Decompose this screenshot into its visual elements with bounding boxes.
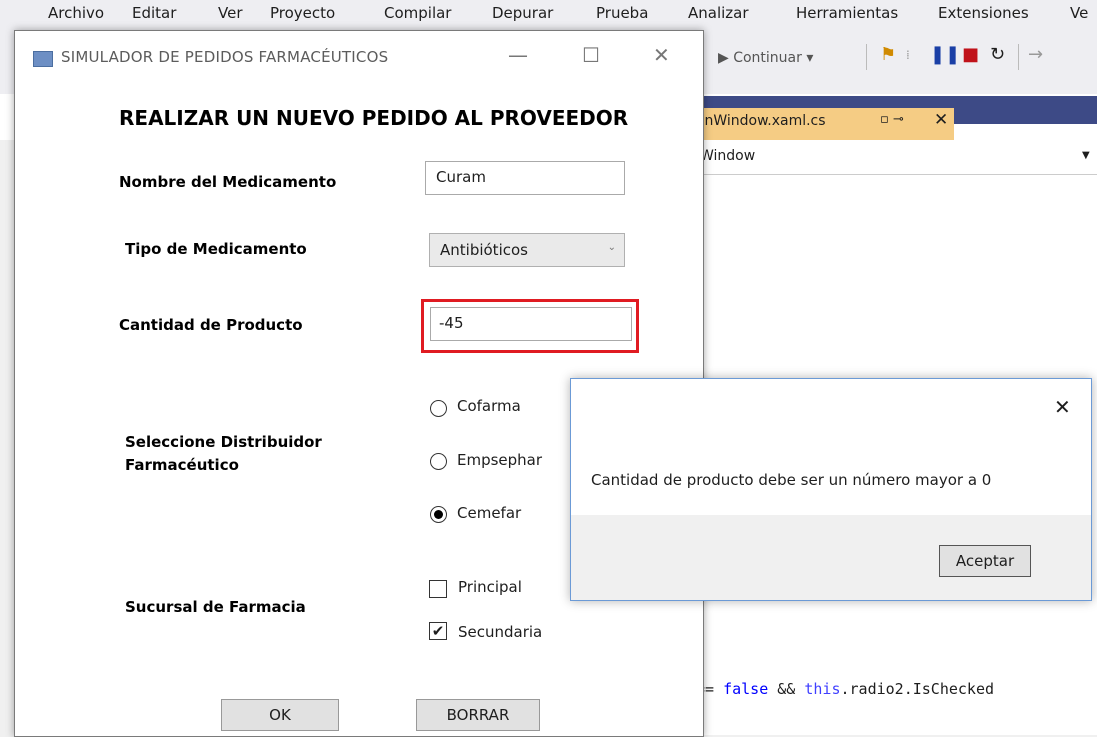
thread-icon[interactable]: ⁞ <box>906 48 910 62</box>
dialog-message: Cantidad de producto debe ser un número … <box>591 471 992 489</box>
radio-cofarma[interactable] <box>430 400 447 417</box>
checkbox-principal[interactable] <box>429 580 447 598</box>
app-icon <box>33 51 53 67</box>
restart-icon[interactable]: ↻ <box>990 44 1005 65</box>
menu-herramientas[interactable]: Herramientas <box>796 4 898 22</box>
nombre-label: Nombre del Medicamento <box>119 173 337 191</box>
step-icon[interactable]: → <box>1028 44 1043 65</box>
tipo-select[interactable]: Antibióticos ⌄ <box>429 233 625 267</box>
distribuidor-label-line2: Farmacéutico <box>125 456 239 474</box>
tipo-label: Tipo de Medicamento <box>125 240 307 258</box>
chevron-down-icon: ⌄ <box>607 242 616 253</box>
sucursal-label: Sucursal de Farmacia <box>125 598 306 616</box>
maximize-icon[interactable]: ☐ <box>582 43 600 67</box>
code-text: .radio2.IsChecked <box>840 680 995 698</box>
menu-analizar[interactable]: Analizar <box>688 4 749 22</box>
window-title: SIMULADOR DE PEDIDOS FARMACÉUTICOS <box>61 48 389 66</box>
borrar-button[interactable]: BORRAR <box>416 699 540 731</box>
checkbox-label-principal[interactable]: Principal <box>458 578 522 596</box>
error-dialog: ✕ Cantidad de producto debe ser un númer… <box>570 378 1092 601</box>
tipo-select-value: Antibióticos <box>440 241 528 259</box>
menu-ver[interactable]: Ver <box>218 4 243 22</box>
menu-ventana[interactable]: Ve <box>1070 4 1088 22</box>
window-titlebar[interactable]: SIMULADOR DE PEDIDOS FARMACÉUTICOS — ☐ ✕ <box>15 31 703 87</box>
stop-icon[interactable]: ■ <box>962 44 979 65</box>
pause-icon[interactable]: ❚❚ <box>930 44 960 65</box>
menu-extensiones[interactable]: Extensiones <box>938 4 1029 22</box>
cantidad-label: Cantidad de Producto <box>119 316 303 334</box>
nombre-input[interactable]: Curam <box>425 161 625 195</box>
cantidad-error-highlight: -45 <box>421 299 639 353</box>
editor-tab-label: ainWindow.xaml.cs <box>692 113 826 129</box>
close-icon[interactable]: ✕ <box>653 43 670 67</box>
dialog-footer: Aceptar <box>571 515 1091 600</box>
checkbox-secundaria[interactable]: ✔ <box>429 622 447 640</box>
accept-button[interactable]: Aceptar <box>939 545 1031 577</box>
menu-editar[interactable]: Editar <box>132 4 176 22</box>
menu-proyecto[interactable]: Proyecto <box>270 4 335 22</box>
code-keyword: false <box>723 680 769 698</box>
navigation-dropdown[interactable]: Window <box>700 148 755 164</box>
ok-button[interactable]: OK <box>221 699 339 731</box>
debug-target-icon[interactable]: ⚑ <box>880 44 896 65</box>
code-keyword: this <box>804 680 841 698</box>
menu-prueba[interactable]: Prueba <box>596 4 648 22</box>
radio-label-cofarma[interactable]: Cofarma <box>457 397 521 415</box>
distribuidor-label-line1: Seleccione Distribuidor <box>125 433 322 451</box>
radio-empsephar[interactable] <box>430 453 447 470</box>
ide-menubar: Archivo Editar Ver Proyecto Compilar Dep… <box>0 0 1097 28</box>
chevron-down-icon[interactable]: ▼ <box>1082 150 1090 161</box>
menu-compilar[interactable]: Compilar <box>384 4 451 22</box>
page-title: REALIZAR UN NUEVO PEDIDO AL PROVEEDOR <box>119 106 629 130</box>
checkmark-icon: ✔ <box>431 622 445 640</box>
radio-label-empsephar[interactable]: Empsephar <box>457 451 542 469</box>
checkbox-label-secundaria[interactable]: Secundaria <box>458 623 542 641</box>
continue-button[interactable]: ▶ Continuar ▾ <box>718 50 813 66</box>
tab-close-icon[interactable]: ✕ <box>934 110 948 130</box>
toolbar-separator <box>866 44 867 70</box>
radio-cemefar[interactable] <box>430 506 447 523</box>
close-icon[interactable]: ✕ <box>1054 395 1071 419</box>
menu-archivo[interactable]: Archivo <box>48 4 104 22</box>
minimize-icon[interactable]: — <box>508 43 528 67</box>
radio-selected-dot <box>434 510 443 519</box>
code-text: && <box>768 680 805 698</box>
toolbar-separator <box>1018 44 1019 70</box>
cantidad-input[interactable]: -45 <box>430 307 632 341</box>
code-line: == false && this.radio2.IsChecked <box>696 680 994 698</box>
pin-icon[interactable]: ▫ ⊸ <box>880 112 904 127</box>
menu-depurar[interactable]: Depurar <box>492 4 553 22</box>
radio-label-cemefar[interactable]: Cemefar <box>457 504 521 522</box>
